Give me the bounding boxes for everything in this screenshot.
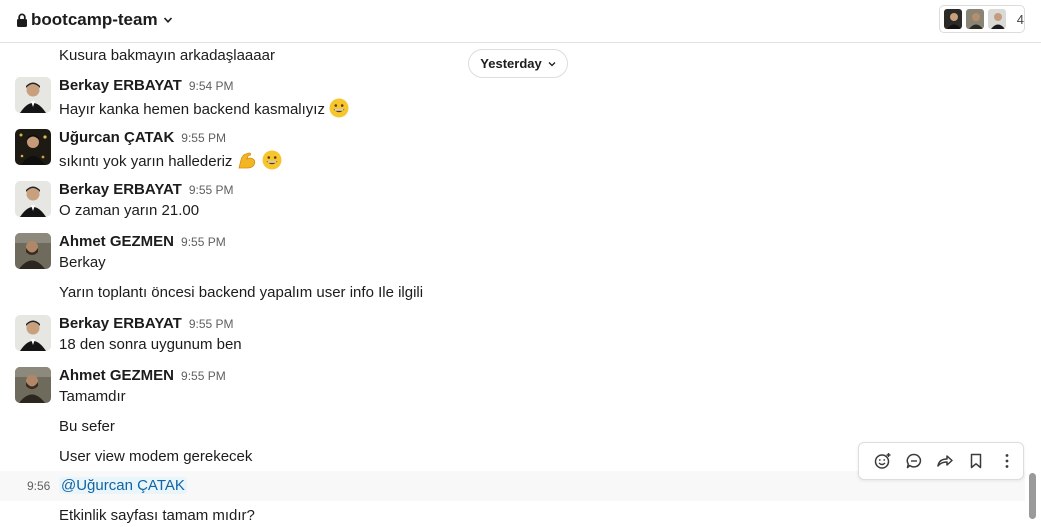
scrollbar-thumb[interactable]: [1029, 473, 1036, 519]
user-mention[interactable]: @Uğurcan ÇATAK: [59, 477, 187, 494]
share-button[interactable]: [929, 445, 960, 477]
message-text: Etkinlik sayfası tamam mıdır?: [59, 507, 255, 524]
avatar[interactable]: [15, 181, 51, 217]
member-list-button[interactable]: 4: [939, 5, 1025, 33]
flexed-biceps-emoji[interactable]: [236, 150, 258, 174]
save-for-later-button[interactable]: [961, 445, 992, 477]
add-reaction-icon: [874, 453, 891, 469]
username[interactable]: Uğurcan ÇATAK 9:55 PM: [59, 129, 226, 146]
message-text: sıkıntı yok yarın hallederiz: [59, 150, 282, 174]
member-count: 4: [1016, 11, 1024, 27]
more-actions-icon: [1006, 454, 1009, 468]
member-avatar: [964, 8, 985, 30]
reply-in-thread-icon: [906, 453, 921, 469]
avatar[interactable]: [15, 315, 51, 351]
channel-name-button[interactable]: bootcamp-team: [16, 10, 173, 30]
message-timestamp[interactable]: 9:55 PM: [181, 235, 226, 249]
message-timestamp[interactable]: 9:56: [27, 479, 50, 493]
message-text: Yarın toplantı öncesi backend yapalım us…: [59, 284, 424, 301]
message-text: O zaman yarın 21.00: [59, 202, 200, 219]
member-avatar: [943, 8, 963, 30]
message-text: Tamamdır: [59, 388, 126, 405]
message-timestamp[interactable]: 9:55 PM: [189, 183, 234, 197]
message-timestamp[interactable]: 9:55 PM: [189, 317, 234, 331]
more-actions-button[interactable]: [992, 445, 1023, 477]
reply-in-thread-button[interactable]: [898, 445, 929, 477]
message-text: @Uğurcan ÇATAK: [59, 477, 187, 494]
avatar[interactable]: [15, 77, 51, 113]
date-divider-label: Yesterday: [480, 56, 542, 71]
message-actions-toolbar: [858, 442, 1024, 480]
grinning-emoji[interactable]: [329, 98, 349, 122]
username[interactable]: Berkay ERBAYAT 9:55 PM: [59, 181, 234, 198]
chevron-down-icon: [548, 61, 556, 66]
date-divider-button[interactable]: Yesterday: [468, 49, 568, 78]
bookmark-icon: [970, 453, 982, 469]
message-text: Bu sefer: [59, 418, 115, 435]
message-text: Hayır kanka hemen backend kasmalıyız: [59, 98, 349, 122]
username[interactable]: Berkay ERBAYAT 9:54 PM: [59, 77, 234, 94]
message-text: User view modem gerekecek: [59, 448, 253, 465]
share-icon: [937, 455, 953, 467]
username[interactable]: Ahmet GEZMEN 9:55 PM: [59, 367, 226, 384]
chevron-down-icon: [163, 17, 172, 23]
add-reaction-button[interactable]: [867, 445, 898, 477]
username[interactable]: Ahmet GEZMEN 9:55 PM: [59, 233, 226, 250]
message: Berkay ERBAYAT 9:55 PM 18 den sonra uygun…: [0, 314, 1025, 354]
message: Uğurcan ÇATAK 9:55 PM sıkıntı yok yarın h…: [0, 128, 1025, 170]
message-text: 18 den sonra uygunum ben: [59, 336, 242, 353]
message-text: Berkay: [59, 254, 106, 271]
lock-icon: [17, 13, 27, 27]
member-avatar: [986, 8, 1007, 30]
message-timestamp[interactable]: 9:55 PM: [181, 131, 226, 145]
message-timestamp[interactable]: 9:55 PM: [181, 369, 226, 383]
message: Ahmet GEZMEN 9:55 PM Berkay Yarın toplant…: [0, 232, 1025, 302]
username[interactable]: Berkay ERBAYAT 9:55 PM: [59, 315, 234, 332]
avatar[interactable]: [15, 367, 51, 403]
message: Berkay ERBAYAT 9:54 PM Hayır kanka hemen …: [0, 76, 1025, 118]
message: Berkay ERBAYAT 9:55 PM O zaman yarın 21.0…: [0, 180, 1025, 220]
avatar[interactable]: [15, 129, 51, 165]
avatar[interactable]: [15, 233, 51, 269]
grinning-emoji[interactable]: [262, 150, 282, 174]
message-timestamp[interactable]: 9:54 PM: [189, 79, 234, 93]
message-text: Kusura bakmayın arkadaşlaaaar: [59, 47, 275, 64]
channel-header: bootcamp-team 4: [0, 0, 1041, 43]
channel-name: bootcamp-team: [31, 10, 158, 29]
